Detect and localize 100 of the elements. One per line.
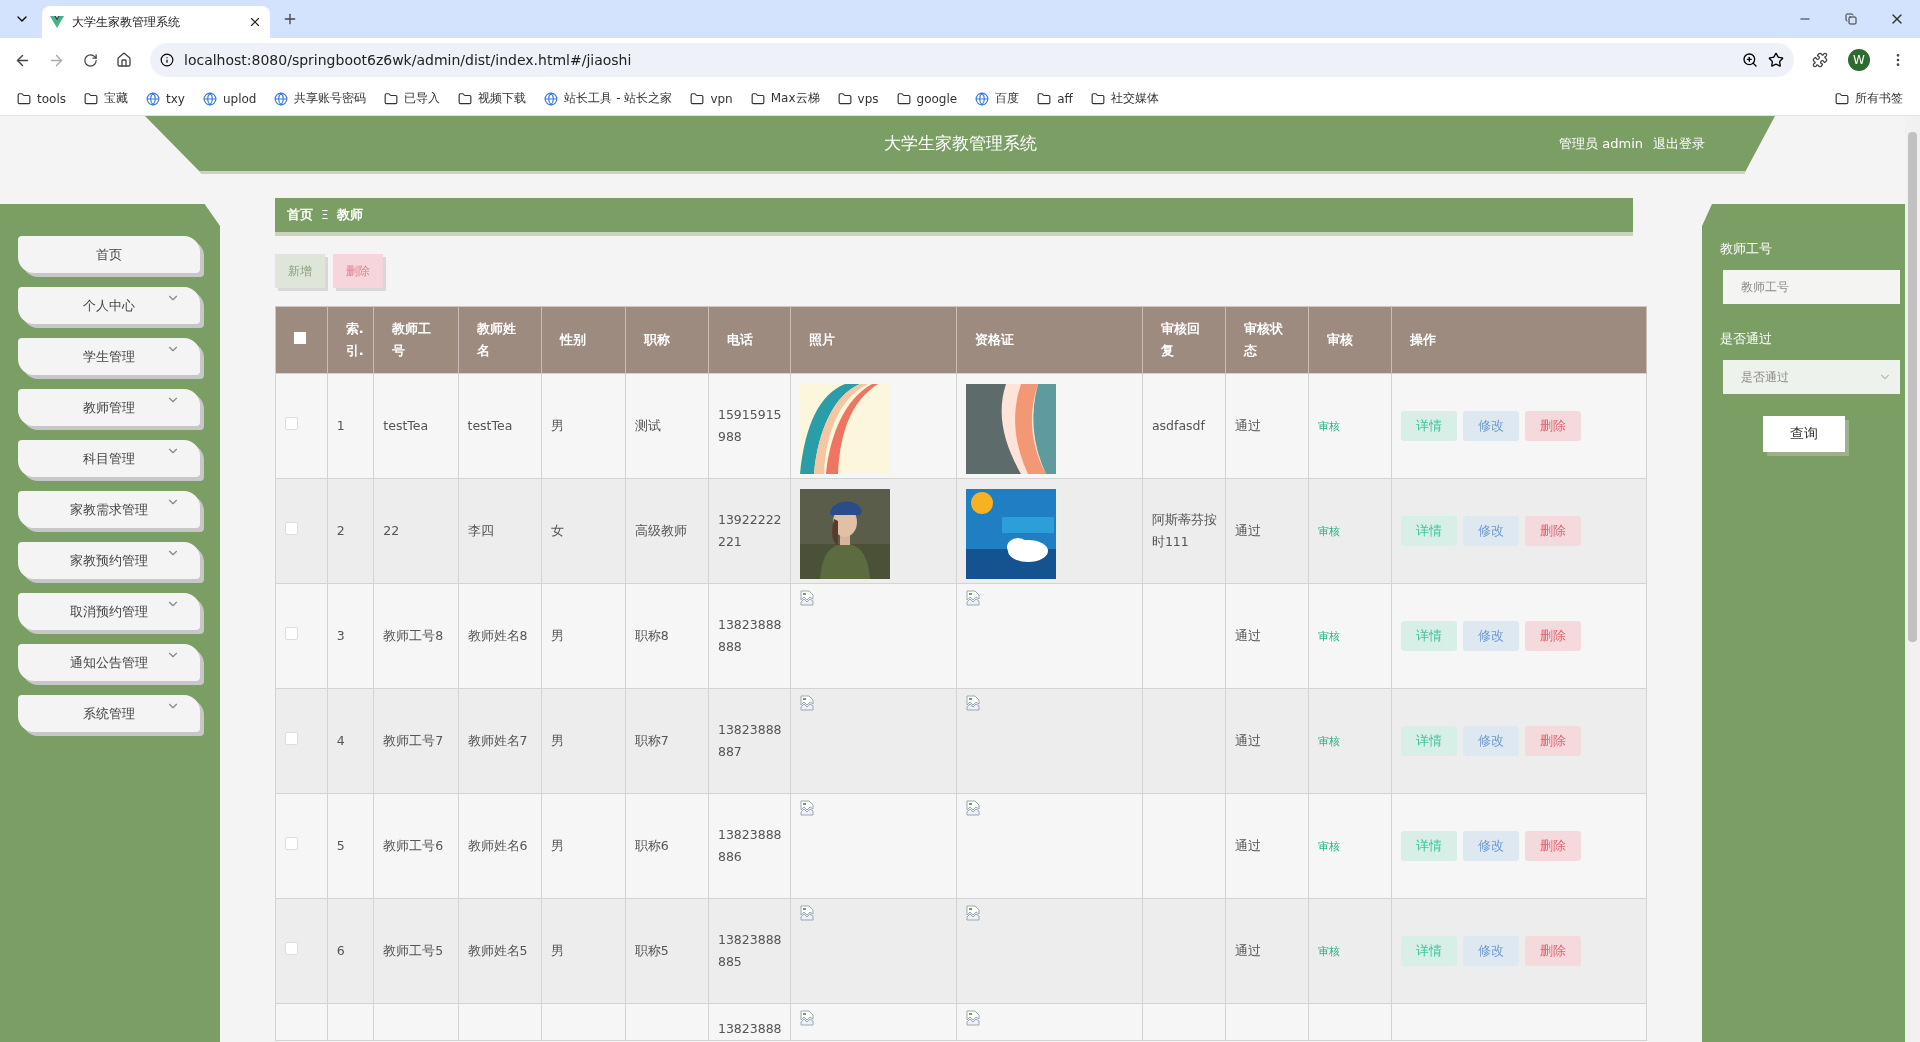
table-cell: 男 (550, 943, 564, 958)
globe-icon (975, 91, 990, 106)
folder-icon (458, 91, 473, 106)
home-icon (116, 52, 132, 68)
reload-icon (82, 52, 98, 68)
broken-image-icon (800, 905, 815, 921)
bookmark[interactable]: 共享账号密码 (267, 86, 374, 111)
table-cell: 6 (336, 943, 345, 958)
bookmark[interactable]: 社交媒体 (1083, 86, 1166, 111)
column-header: 审核 (1308, 306, 1392, 374)
table-cell: 13823888885 (717, 932, 782, 969)
select-field[interactable]: 是否通过 (1723, 360, 1900, 394)
column-header: 资格证 (956, 306, 1143, 374)
broken-image-icon (966, 590, 981, 606)
broken-image-icon (966, 1010, 981, 1026)
column-header: 电话 (708, 306, 791, 374)
table-cell: 2 (336, 523, 345, 538)
bookmark[interactable]: uplod (195, 87, 264, 110)
bookmark[interactable]: aff (1030, 87, 1080, 110)
folder-icon (837, 91, 852, 106)
input-field[interactable]: 教师工号 (1723, 270, 1900, 304)
table-cell: 13823888886 (717, 827, 782, 864)
table-cell: 3 (336, 628, 345, 643)
info-icon[interactable] (160, 53, 174, 67)
column-header: 教师姓名 (458, 306, 542, 374)
broken-image-icon (800, 800, 815, 816)
puzzle-icon (1812, 52, 1828, 68)
profile-avatar[interactable]: W (1848, 49, 1870, 71)
bookmark[interactable]: 百度 (968, 86, 1027, 111)
bookmark[interactable]: tools (10, 87, 73, 110)
table-cell: 女 (550, 523, 564, 538)
column-header: 教师工号 (373, 306, 458, 374)
bookmark[interactable]: vps (830, 87, 886, 110)
column-header: 审核回复 (1142, 306, 1226, 374)
table-cell: 1 (336, 418, 345, 433)
table-cell: 高级教师 (634, 523, 687, 538)
table-cell: 职称7 (634, 733, 669, 748)
broken-image-icon (966, 800, 981, 816)
table-cell: 男 (550, 733, 564, 748)
bookmark[interactable]: txy (139, 87, 192, 110)
table-cell: 通过 (1235, 733, 1262, 748)
folder-icon (84, 91, 98, 106)
table-cell: 教师工号8 (383, 628, 444, 643)
table-cell: 阿斯蒂芬按时111 (1151, 512, 1217, 549)
user-label: 管理员 admin (1559, 134, 1643, 153)
column-header: 性别 (541, 306, 626, 374)
table-cell: 男 (550, 418, 564, 433)
bookmark[interactable]: 站长工具 - 站长之家 (537, 86, 680, 111)
row-checkbox[interactable] (285, 417, 298, 430)
plus-icon (282, 11, 298, 27)
table-cell: 22 (383, 523, 400, 538)
column-header: 操作 (1391, 306, 1647, 374)
table-cell: 教师工号6 (383, 838, 444, 853)
folder-icon (750, 91, 765, 106)
table-cell-text: 13823888 (717, 1020, 783, 1038)
star-icon[interactable] (1768, 52, 1784, 68)
table-cell: 教师姓名6 (467, 838, 528, 853)
table-cell: 13823888888 (717, 617, 782, 654)
globe-icon (202, 91, 217, 106)
table-cell: 职称6 (634, 838, 669, 853)
select-all-checkbox[interactable] (294, 332, 306, 344)
row-checkbox[interactable] (285, 732, 298, 745)
globe-icon (544, 91, 559, 106)
app-title: 大学生家教管理系统 (883, 132, 1037, 155)
row-checkbox[interactable] (285, 942, 298, 955)
table-cell: 13823888887 (717, 722, 782, 759)
bookmark[interactable]: 已导入 (377, 86, 448, 111)
address-bar[interactable]: localhost:8080/springboot6z6wk/admin/dist/index.html#/jiaoshi (150, 43, 1794, 77)
table-cell: 通过 (1235, 943, 1262, 958)
folder-icon (1090, 91, 1105, 106)
bookmark[interactable]: 视频下载 (451, 86, 534, 111)
table-cell: 13922222221 (717, 512, 782, 549)
bookmark[interactable]: 宝藏 (77, 86, 135, 111)
browser-tab[interactable]: 大学生家教管理系统 (42, 6, 270, 38)
folder-icon (384, 91, 399, 106)
row-checkbox[interactable] (285, 837, 298, 850)
table-cell: 通过 (1235, 418, 1262, 433)
zoom-icon[interactable] (1742, 52, 1758, 68)
bookmark[interactable]: 所有书签 (1828, 86, 1910, 111)
broken-image-icon (800, 590, 815, 606)
tab-title: 大学生家教管理系统 (72, 13, 181, 31)
folder-icon (896, 91, 911, 106)
table-cell: 15915915988 (717, 407, 782, 444)
row-checkbox[interactable] (285, 627, 298, 640)
bookmark[interactable]: vpn (683, 87, 740, 110)
bookmark[interactable]: google (889, 87, 965, 110)
close-icon[interactable] (248, 15, 262, 29)
bookmark[interactable]: Max云梯 (743, 86, 827, 111)
table-cell: 职称5 (634, 943, 669, 958)
broken-image-icon (966, 695, 981, 711)
field-label: 教师工号 (1720, 240, 1773, 258)
table-cell: 职称8 (634, 628, 669, 643)
table-cell: 男 (550, 628, 564, 643)
restore-icon (1845, 13, 1857, 25)
column-header: 索.引. (327, 306, 374, 374)
row-checkbox[interactable] (285, 522, 298, 535)
table-cell: 通过 (1235, 838, 1262, 853)
table-cell: 通过 (1235, 523, 1262, 538)
table-cell: 教师工号7 (383, 733, 444, 748)
logo-icon (50, 16, 64, 28)
